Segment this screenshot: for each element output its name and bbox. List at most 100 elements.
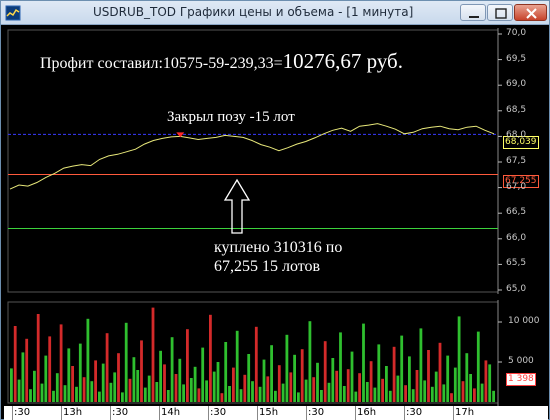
price-axis-label: 65,0 bbox=[506, 284, 527, 294]
volume-chart[interactable] bbox=[4, 300, 548, 406]
volume-bar bbox=[461, 381, 465, 402]
volume-bar bbox=[362, 323, 365, 402]
volume-bar bbox=[388, 390, 392, 402]
volume-bar bbox=[109, 382, 113, 402]
price-axis-label: 68,0 bbox=[506, 130, 527, 141]
volume-bar bbox=[339, 332, 342, 402]
volume-bar bbox=[411, 389, 415, 402]
volume-bar bbox=[251, 381, 254, 402]
price-line bbox=[9, 123, 495, 190]
time-axis-label: 17h bbox=[455, 407, 475, 418]
volume-bar bbox=[71, 366, 74, 402]
volume-bar bbox=[86, 318, 90, 402]
close-button[interactable] bbox=[514, 4, 547, 21]
volume-bar bbox=[205, 380, 208, 402]
price-axis-label: 68,5 bbox=[506, 104, 527, 115]
price-axis-label: 66,0 bbox=[506, 232, 527, 243]
volume-bar bbox=[174, 374, 178, 402]
volume-bar bbox=[78, 343, 82, 402]
volume-bar bbox=[209, 314, 212, 402]
chart-window: USDRUB_TOD Графики цены и объема - [1 ми… bbox=[0, 0, 550, 420]
volume-bar bbox=[147, 375, 151, 402]
price-axis-label: 69,5 bbox=[506, 53, 527, 64]
price-chart-panel[interactable]: Профит составил:10575-59-239,33=10276,67… bbox=[4, 28, 548, 294]
title-bar[interactable]: USDRUB_TOD Графики цены и объема - [1 ми… bbox=[1, 1, 549, 25]
volume-bar bbox=[212, 371, 216, 402]
volume-bar bbox=[101, 363, 105, 402]
volume-bar bbox=[281, 383, 285, 402]
time-axis-label: 16h bbox=[357, 407, 377, 418]
time-axis-label: :30 bbox=[14, 407, 31, 418]
bought-annotation: куплено 310316 по 67,255 15 лотов bbox=[214, 238, 342, 276]
maximize-button[interactable] bbox=[487, 4, 513, 21]
volume-bar bbox=[450, 393, 453, 402]
volume-bar bbox=[59, 324, 63, 402]
volume-bar bbox=[29, 389, 32, 402]
minimize-button[interactable] bbox=[460, 4, 486, 21]
volume-bar bbox=[235, 330, 239, 402]
volume-bar bbox=[21, 352, 25, 402]
volume-bar bbox=[117, 353, 120, 402]
volume-tag: 1 398 bbox=[506, 373, 536, 386]
volume-bar bbox=[442, 384, 446, 402]
price-axis-label: 67,5 bbox=[506, 156, 527, 166]
volume-bar bbox=[258, 386, 262, 402]
volume-bar bbox=[342, 386, 346, 402]
volume-bar bbox=[270, 345, 273, 402]
time-axis-label: 15h bbox=[259, 407, 279, 418]
volume-bar bbox=[300, 349, 304, 402]
volume-bar bbox=[480, 383, 484, 402]
volume-bar bbox=[163, 364, 166, 402]
close-icon bbox=[526, 8, 537, 19]
volume-bar bbox=[297, 392, 300, 402]
window-title: USDRUB_TOD Графики цены и объема - [1 ми… bbox=[93, 5, 414, 19]
time-axis-separator bbox=[208, 406, 209, 420]
time-axis-separator bbox=[61, 406, 62, 420]
volume-bar bbox=[327, 382, 331, 402]
time-axis-label: :30 bbox=[308, 407, 325, 418]
volume-bar bbox=[404, 385, 407, 402]
volume-bar bbox=[476, 331, 480, 402]
volume-bar bbox=[159, 350, 162, 402]
volume-bar bbox=[151, 307, 155, 402]
minimize-icon bbox=[469, 16, 479, 18]
price-axis-label: 67,0 bbox=[506, 181, 527, 192]
volume-bar bbox=[385, 366, 388, 402]
chart-app-icon[interactable] bbox=[5, 5, 21, 21]
volume-bar bbox=[446, 355, 450, 402]
volume-bar bbox=[316, 362, 319, 402]
volume-bar bbox=[285, 334, 289, 402]
volume-bar bbox=[492, 390, 495, 402]
volume-bar bbox=[369, 361, 373, 402]
volume-bar bbox=[75, 386, 78, 402]
volume-bar bbox=[289, 372, 293, 402]
volume-bar bbox=[373, 387, 377, 402]
price-axis-label: 70,0 bbox=[506, 28, 527, 38]
volume-bar bbox=[415, 370, 419, 402]
volume-bar bbox=[266, 376, 270, 402]
volume-bar bbox=[98, 391, 101, 402]
volume-bar bbox=[121, 392, 124, 402]
time-axis: :30 13h:30 14h:30 15h:30 16h:30 17h bbox=[4, 406, 548, 420]
volume-bar bbox=[392, 346, 396, 402]
volume-bar bbox=[48, 336, 52, 402]
volume-bar bbox=[419, 328, 423, 402]
volume-bar bbox=[52, 390, 55, 402]
volume-bar bbox=[193, 366, 197, 402]
profit-annotation: Профит составил:10575-59-239,33=10276,67… bbox=[40, 49, 403, 74]
volume-bar bbox=[274, 390, 277, 402]
price-axis-label: 69,0 bbox=[506, 79, 527, 90]
bought-line-1: куплено 310316 по bbox=[214, 239, 343, 256]
volume-bar bbox=[155, 382, 159, 402]
volume-bar bbox=[128, 378, 132, 402]
volume-bar bbox=[228, 386, 231, 402]
volume-bar bbox=[423, 380, 427, 402]
volume-bar bbox=[354, 391, 358, 402]
time-axis-label: 13h bbox=[63, 407, 83, 418]
volume-bar bbox=[239, 389, 243, 402]
volume-chart-panel[interactable]: 10 000 5 000 1 398 bbox=[4, 300, 548, 406]
volume-bar bbox=[312, 377, 316, 402]
volume-bar bbox=[465, 353, 469, 402]
volume-bar bbox=[189, 378, 193, 402]
volume-bar bbox=[94, 360, 97, 402]
